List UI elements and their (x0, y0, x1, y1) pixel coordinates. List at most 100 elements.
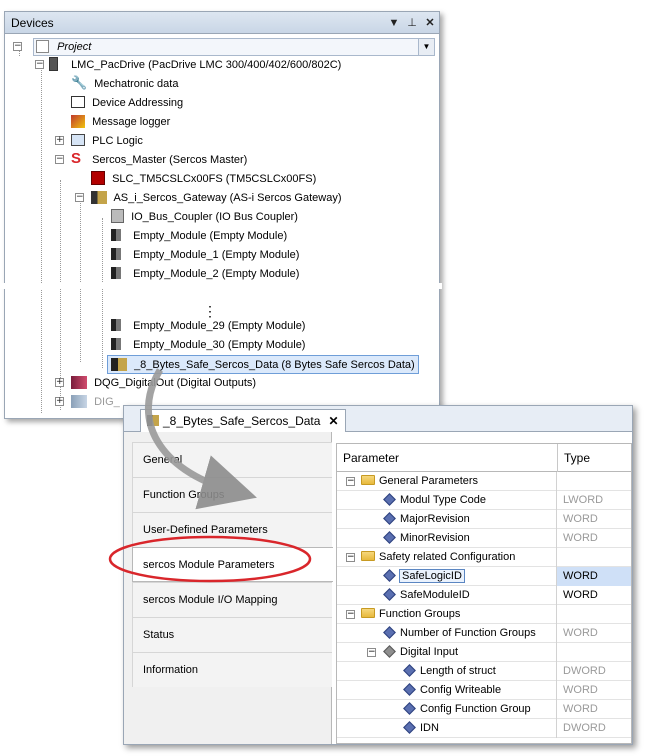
tree-item-message-logger[interactable]: Message logger (71, 113, 170, 131)
row-type: WORD (563, 684, 598, 696)
dig-expand-toggle[interactable]: + (55, 397, 64, 406)
nav-status[interactable]: Status (132, 617, 332, 652)
close-icon[interactable]: ✕ (421, 16, 439, 29)
digital-in-icon (71, 394, 87, 408)
grid-row-length-of-struct[interactable]: Length of struct DWORD (337, 662, 631, 681)
tree-item-label: Device Addressing (92, 97, 184, 109)
tree-item-empty-module-1[interactable]: Empty_Module_1 (Empty Module) (111, 246, 299, 264)
nav-sercos-module-io-mapping[interactable]: sercos Module I/O Mapping (132, 582, 332, 617)
grid-row-major-revision[interactable]: MajorRevision WORD (337, 510, 631, 529)
tree-item-label: DIG_ (94, 396, 120, 408)
tree-item-slc[interactable]: SLC_TM5CSLCx00FS (TM5CSLCx00FS) (91, 170, 316, 188)
tree-item-label: Empty_Module_29 (Empty Module) (133, 320, 306, 332)
grid-row-idn[interactable]: IDN DWORD (337, 719, 631, 738)
tree-break-gap (0, 283, 442, 289)
row-name: Safety related Configuration (379, 551, 516, 563)
pin-icon[interactable]: ⊥ (403, 16, 421, 29)
tree-item-sercos-master[interactable]: S Sercos_Master (Sercos Master) (71, 151, 247, 169)
chevron-down-icon[interactable]: ▼ (418, 39, 434, 55)
grid-row-safe-logic-id[interactable]: SafeLogicID WORD (337, 567, 631, 586)
grid-row-safe-module-id[interactable]: SafeModuleID WORD (337, 586, 631, 605)
folder-icon (361, 551, 375, 562)
tab-8-bytes-safe-sercos-data[interactable]: _8_Bytes_Safe_Sercos_Data ✕ (140, 409, 346, 432)
row-name: SafeLogicID (399, 569, 465, 583)
dropdown-arrow-icon[interactable]: ▼ (385, 17, 403, 29)
editor-left-nav: General Function Groups User-Defined Par… (124, 432, 333, 744)
nav-sercos-module-parameters[interactable]: sercos Module Parameters (132, 547, 333, 582)
grid-row-number-of-function-groups[interactable]: Number of Function Groups WORD (337, 624, 631, 643)
row-name: Modul Type Code (400, 494, 487, 506)
nav-general[interactable]: General (132, 442, 332, 477)
addressing-icon (71, 96, 85, 109)
parameter-icon (403, 701, 416, 715)
column-header-type[interactable]: Type (564, 451, 590, 465)
module-icon (111, 248, 121, 261)
sercos-s-icon: S (71, 150, 82, 168)
grid-row-general-parameters[interactable]: − General Parameters (337, 472, 631, 491)
parameter-icon (383, 587, 396, 601)
gateway-collapse-toggle[interactable]: − (75, 193, 84, 202)
coupler-icon (111, 209, 124, 224)
tree-item-dig[interactable]: DIG_ (71, 393, 120, 411)
tree-item-8-bytes-safe-sercos-data[interactable]: _8_Bytes_Safe_Sercos_Data (8 Bytes Safe … (107, 355, 419, 374)
collapse-toggle[interactable]: − (367, 648, 376, 657)
grid-row-minor-revision[interactable]: MinorRevision WORD (337, 529, 631, 548)
collapse-toggle[interactable]: − (346, 610, 355, 619)
module-icon (111, 267, 121, 280)
tree-item-io-bus-coupler[interactable]: IO_Bus_Coupler (IO Bus Coupler) (111, 208, 298, 226)
editor-tabstrip: _8_Bytes_Safe_Sercos_Data ✕ (124, 406, 632, 432)
parameter-icon (383, 568, 396, 582)
tree-item-mechatronic-data[interactable]: 🔧 Mechatronic data (71, 75, 178, 93)
tree-item-empty-module[interactable]: Empty_Module (Empty Module) (111, 227, 287, 245)
tree-item-label: Empty_Module (Empty Module) (133, 230, 288, 242)
safe-data-icon (111, 357, 127, 371)
row-name: Function Groups (379, 608, 461, 620)
gateway-icon (91, 190, 107, 204)
nav-user-defined-parameters[interactable]: User-Defined Parameters (132, 512, 332, 547)
parameter-icon (403, 663, 416, 677)
tree-item-empty-module-30[interactable]: Empty_Module_30 (Empty Module) (111, 336, 305, 354)
tree-item-lmc-pacdrive[interactable]: LMC_PacDrive (PacDrive LMC 300/400/402/6… (49, 56, 341, 74)
devices-title: Devices (11, 15, 54, 30)
column-header-parameter[interactable]: Parameter (343, 451, 399, 465)
grid-row-function-groups[interactable]: − Function Groups (337, 605, 631, 624)
project-label: Project (57, 41, 92, 53)
plc-logic-expand-toggle[interactable]: + (55, 136, 64, 145)
grid-row-safety-related-configuration[interactable]: − Safety related Configuration (337, 548, 631, 567)
parameter-icon (403, 720, 416, 734)
collapse-toggle[interactable]: − (346, 553, 355, 562)
row-name: MajorRevision (400, 513, 470, 525)
tree-item-label: Empty_Module_30 (Empty Module) (133, 339, 306, 351)
row-type: WORD (563, 513, 598, 525)
tree-item-dqg-digital-out[interactable]: DQG_DigitalOut (Digital Outputs) (71, 374, 256, 392)
module-icon (111, 338, 121, 351)
module-icon (111, 229, 121, 242)
tree-item-label: Sercos_Master (Sercos Master) (92, 154, 248, 166)
logger-icon (71, 114, 85, 128)
row-type (557, 548, 631, 567)
row-name: Length of struct (420, 665, 496, 677)
grid-row-config-writeable[interactable]: Config Writeable WORD (337, 681, 631, 700)
nav-function-groups[interactable]: Function Groups (132, 477, 332, 512)
grid-row-digital-input[interactable]: − Digital Input (337, 643, 631, 662)
tree-item-plc-logic[interactable]: PLC Logic (71, 132, 143, 150)
tree-item-as-i-gateway[interactable]: AS_i_Sercos_Gateway (AS-i Sercos Gateway… (91, 189, 342, 207)
devices-titlebar: Devices ▼ ⊥ ✕ (5, 12, 439, 34)
tree-item-empty-module-29[interactable]: Empty_Module_29 (Empty Module) (111, 317, 305, 335)
lmc-collapse-toggle[interactable]: − (35, 60, 44, 69)
row-type: WORD (563, 589, 598, 601)
project-node[interactable]: Project ▼ (33, 38, 435, 56)
project-collapse-toggle[interactable]: − (13, 42, 22, 51)
close-tab-icon[interactable]: ✕ (328, 414, 338, 428)
safe-data-icon (147, 415, 159, 427)
grid-row-modul-type-code[interactable]: Modul Type Code LWORD (337, 491, 631, 510)
dqg-expand-toggle[interactable]: + (55, 378, 64, 387)
sercos-master-collapse-toggle[interactable]: − (55, 155, 64, 164)
grid-row-config-function-group[interactable]: Config Function Group WORD (337, 700, 631, 719)
tree-item-device-addressing[interactable]: Device Addressing (71, 94, 183, 112)
collapse-toggle[interactable]: − (346, 477, 355, 486)
tree-item-empty-module-2[interactable]: Empty_Module_2 (Empty Module) (111, 265, 299, 283)
folder-icon (361, 475, 375, 486)
tree-item-label: Empty_Module_1 (Empty Module) (133, 249, 300, 261)
nav-information[interactable]: Information (132, 652, 332, 687)
